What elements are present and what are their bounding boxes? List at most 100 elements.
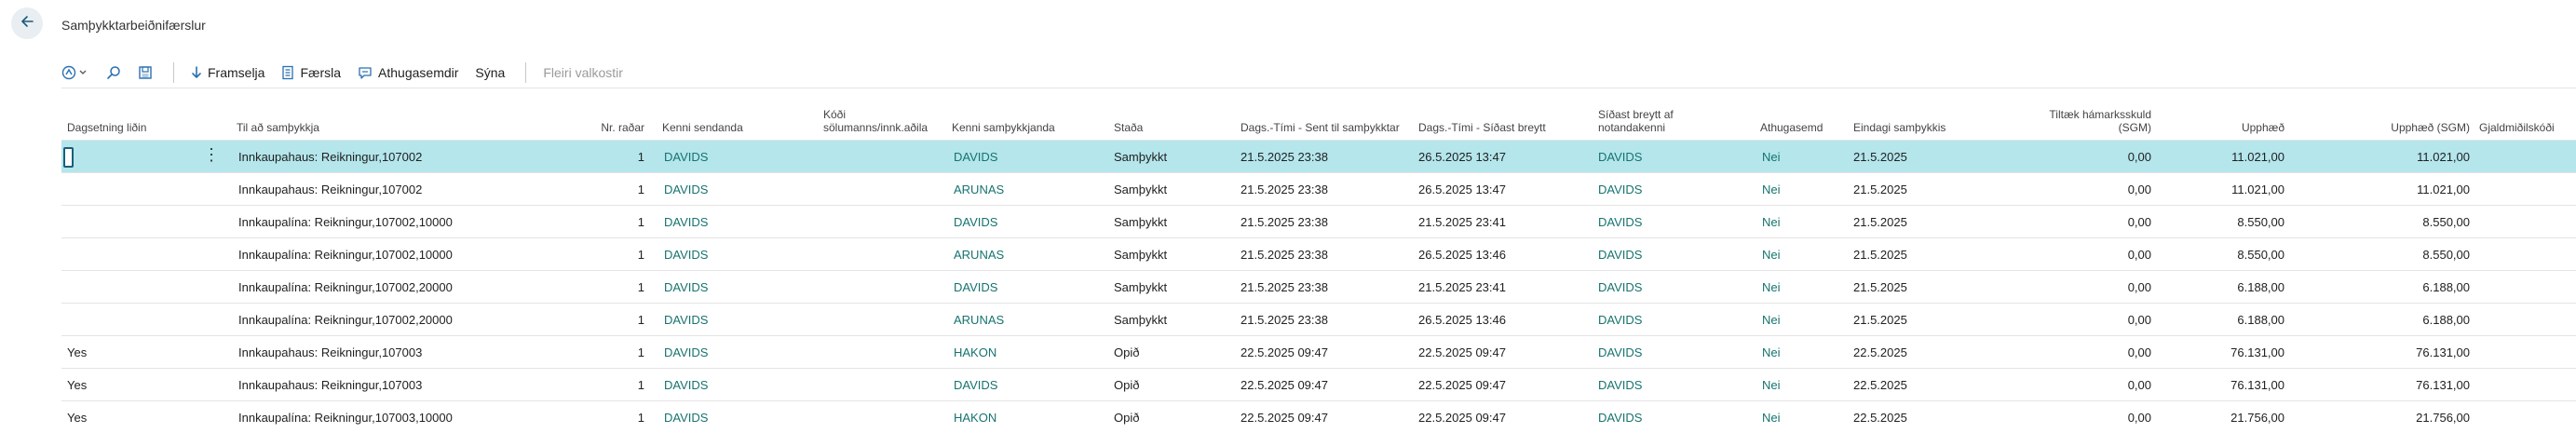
table-row[interactable]: Yes Innkaupalína: Reikningur,107003,1000… (61, 400, 2576, 433)
table-row[interactable]: ⋮ Innkaupahaus: Reikningur,107002 1 DAVI… (61, 140, 2576, 172)
table-row[interactable]: Innkaupahaus: Reikningur,107002 1 DAVIDS… (61, 172, 2576, 205)
cell-athugasemd[interactable]: Nei (1762, 280, 1781, 294)
col-header-gjaldmidilskodi[interactable]: Gjaldmiðilskóði (2479, 121, 2555, 134)
cell-stada: Opið (1114, 411, 1140, 425)
col-header-stada[interactable]: Staða (1114, 121, 1143, 134)
cell-sidast-breytt-af[interactable]: DAVIDS (1598, 248, 1642, 262)
more-options-button[interactable]: Fleiri valkostir (543, 65, 623, 80)
row-select-indicator[interactable] (63, 147, 74, 168)
cell-upphaed-sgm: 6.188,00 (2422, 313, 2470, 327)
cell-upphaed-sgm: 76.131,00 (2416, 378, 2470, 392)
cell-kenni-samthykkjanda[interactable]: ARUNAS (954, 248, 1004, 262)
action-bar: Framselja Færsla Athugasemdir Sýna Fleir… (61, 60, 640, 86)
back-button[interactable] (11, 7, 43, 39)
cell-upphaed-sgm: 76.131,00 (2416, 345, 2470, 359)
cell-dagsetning: Yes (67, 345, 88, 359)
cell-upphaed: 76.131,00 (2230, 345, 2285, 359)
athugasemdir-button[interactable]: Athugasemdir (358, 65, 458, 80)
table-row[interactable]: Yes Innkaupahaus: Reikningur,107003 1 DA… (61, 335, 2576, 368)
col-header-tiltaek[interactable]: Tiltæk hámarksskuld (SGM) (1961, 108, 2151, 134)
col-header-kenni-sendanda[interactable]: Kenni sendanda (662, 121, 743, 134)
cell-kenni-samthykkjanda[interactable]: DAVIDS (954, 280, 997, 294)
cell-eindagi: 21.5.2025 (1853, 280, 1907, 294)
cell-kenni-samthykkjanda[interactable]: ARUNAS (954, 183, 1004, 196)
more-vertical-icon[interactable]: ⋮ (203, 146, 220, 163)
layout-button[interactable] (138, 65, 153, 80)
cell-kenni-samthykkjanda[interactable]: HAKON (954, 411, 997, 425)
cell-kenni-samthykkjanda[interactable]: DAVIDS (954, 215, 997, 229)
cell-breytt: 26.5.2025 13:47 (1418, 183, 1506, 196)
table-row[interactable]: Innkaupalína: Reikningur,107002,10000 1 … (61, 237, 2576, 270)
cell-kenni-sendanda[interactable]: DAVIDS (664, 411, 708, 425)
col-header-eindagi[interactable]: Eindagi samþykkis (1853, 121, 1946, 134)
filter-chevron-icon (61, 65, 89, 80)
cell-athugasemd[interactable]: Nei (1762, 150, 1781, 164)
search-button[interactable] (106, 65, 121, 80)
table-row[interactable]: Innkaupalína: Reikningur,107002,20000 1 … (61, 270, 2576, 303)
cell-kenni-sendanda[interactable]: DAVIDS (664, 313, 708, 327)
col-header-breytt[interactable]: Dags.-Tími - Síðast breytt (1418, 121, 1546, 134)
cell-sidast-breytt-af[interactable]: DAVIDS (1598, 183, 1642, 196)
cell-athugasemd[interactable]: Nei (1762, 345, 1781, 359)
cell-sidast-breytt-af[interactable]: DAVIDS (1598, 345, 1642, 359)
cell-sidast-breytt-af[interactable]: DAVIDS (1598, 411, 1642, 425)
cell-kenni-samthykkjanda[interactable]: DAVIDS (954, 378, 997, 392)
cell-til: Innkaupalína: Reikningur,107002,20000 (238, 280, 453, 294)
filter-pane-button[interactable] (61, 65, 89, 80)
table-row[interactable]: Innkaupalína: Reikningur,107002,20000 1 … (61, 303, 2576, 335)
cell-kenni-sendanda[interactable]: DAVIDS (664, 378, 708, 392)
col-header-athugasemd[interactable]: Athugasemd (1760, 121, 1823, 134)
cell-kenni-samthykkjanda[interactable]: ARUNAS (954, 313, 1004, 327)
col-header-dagsetning[interactable]: Dagsetning liðin (67, 121, 146, 134)
cell-kenni-sendanda[interactable]: DAVIDS (664, 183, 708, 196)
cell-athugasemd[interactable]: Nei (1762, 313, 1781, 327)
syna-label: Sýna (475, 65, 506, 80)
cell-stada: Samþykkt (1114, 313, 1168, 327)
col-header-upphaed[interactable]: Upphæð (2203, 121, 2285, 134)
cell-nr: 1 (637, 183, 644, 196)
cell-dagsetning: Yes (67, 378, 88, 392)
cell-stada: Samþykkt (1114, 150, 1168, 164)
col-header-kenni-samthykkjanda[interactable]: Kenni samþykkjanda (952, 121, 1055, 134)
col-header-upphaed-sgm[interactable]: Upphæð (SGM) (2315, 121, 2470, 134)
col-header-sidast-line2: notandakenni (1598, 121, 1666, 134)
cell-nr: 1 (637, 378, 644, 392)
cell-kenni-sendanda[interactable]: DAVIDS (664, 150, 708, 164)
cell-sidast-breytt-af[interactable]: DAVIDS (1598, 150, 1642, 164)
cell-sidast-breytt-af[interactable]: DAVIDS (1598, 378, 1642, 392)
cell-nr: 1 (637, 411, 644, 425)
framselja-button[interactable]: Framselja (191, 65, 264, 80)
col-header-kodi[interactable]: Kóði sölumanns/innk.aðila (823, 108, 928, 134)
col-header-nr[interactable]: Nr. raðar (561, 121, 644, 134)
col-header-sent[interactable]: Dags.-Tími - Sent til samþykktar (1241, 121, 1400, 134)
cell-kenni-samthykkjanda[interactable]: DAVIDS (954, 150, 997, 164)
syna-button[interactable]: Sýna (475, 65, 505, 80)
faersla-button[interactable]: Færsla (281, 65, 341, 80)
cell-kenni-sendanda[interactable]: DAVIDS (664, 345, 708, 359)
cell-sidast-breytt-af[interactable]: DAVIDS (1598, 215, 1642, 229)
cell-upphaed: 6.188,00 (2237, 280, 2285, 294)
cell-nr: 1 (637, 280, 644, 294)
cell-athugasemd[interactable]: Nei (1762, 378, 1781, 392)
table-row[interactable]: Yes Innkaupahaus: Reikningur,107003 1 DA… (61, 368, 2576, 400)
toolbar-divider (525, 62, 527, 83)
cell-kenni-sendanda[interactable]: DAVIDS (664, 280, 708, 294)
col-header-til[interactable]: Til að samþykkja (237, 121, 319, 134)
cell-athugasemd[interactable]: Nei (1762, 248, 1781, 262)
cell-sent: 22.5.2025 09:47 (1241, 345, 1328, 359)
cell-sidast-breytt-af[interactable]: DAVIDS (1598, 280, 1642, 294)
cell-sidast-breytt-af[interactable]: DAVIDS (1598, 313, 1642, 327)
cell-kenni-sendanda[interactable]: DAVIDS (664, 248, 708, 262)
arrow-left-icon (19, 13, 35, 34)
cell-kenni-samthykkjanda[interactable]: HAKON (954, 345, 997, 359)
cell-kenni-sendanda[interactable]: DAVIDS (664, 215, 708, 229)
cell-tiltaek: 0,00 (2127, 411, 2151, 425)
cell-athugasemd[interactable]: Nei (1762, 215, 1781, 229)
cell-breytt: 26.5.2025 13:46 (1418, 313, 1506, 327)
cell-athugasemd[interactable]: Nei (1762, 183, 1781, 196)
cell-til: Innkaupahaus: Reikningur,107003 (238, 378, 423, 392)
cell-upphaed: 8.550,00 (2237, 215, 2285, 229)
table-row[interactable]: Innkaupalína: Reikningur,107002,10000 1 … (61, 205, 2576, 237)
col-header-sidast-breytt-af[interactable]: Síðast breytt af notandakenni (1598, 108, 1674, 134)
cell-athugasemd[interactable]: Nei (1762, 411, 1781, 425)
